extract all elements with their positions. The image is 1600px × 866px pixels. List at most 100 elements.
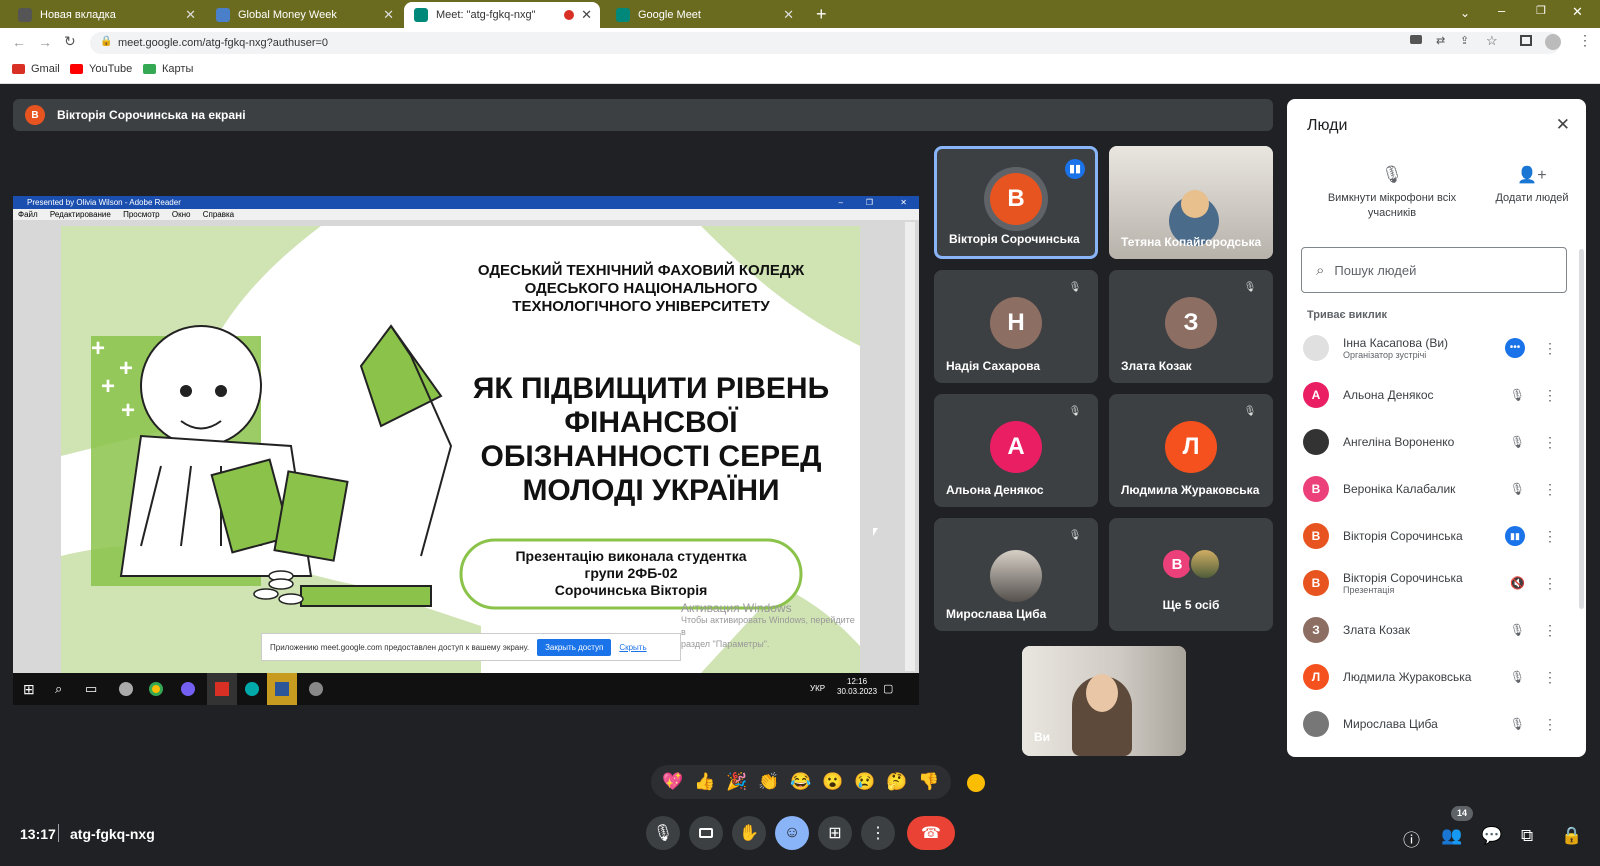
reload-icon[interactable]: ↻: [64, 33, 76, 50]
present-button[interactable]: ⊞: [818, 816, 852, 850]
add-person-icon: 👤+: [1517, 167, 1547, 184]
kebab-menu-icon[interactable]: ⋮: [1543, 434, 1557, 451]
participant-name: Надія Сахарова: [946, 359, 1041, 373]
reaction-heart[interactable]: 💖: [662, 772, 683, 792]
reaction-clap[interactable]: 👏: [758, 772, 779, 792]
more-participants-tile[interactable]: В Ще 5 осіб: [1109, 518, 1273, 631]
reaction-surprised[interactable]: 😮: [822, 772, 843, 792]
reaction-laugh[interactable]: 😂: [790, 772, 811, 792]
mute-all-button[interactable]: 🎙 Вимкнути мікрофони всіх учасників: [1307, 165, 1477, 221]
share-icon[interactable]: ⇪: [1460, 34, 1469, 47]
restore-icon[interactable]: ❐: [1536, 4, 1546, 17]
mic-off-icon[interactable]: 🎙: [1510, 388, 1525, 402]
bookmark-maps[interactable]: Карты: [143, 63, 193, 75]
hang-up-icon: ☎: [921, 825, 941, 842]
reaction-thumbs-down[interactable]: 👎: [918, 772, 939, 792]
participant-row[interactable]: Інна Касапова (Ви) Організатор зустрічі •…: [1303, 326, 1573, 370]
tab-new-tab[interactable]: Новая вкладка ✕: [8, 2, 204, 28]
bookmark-gmail[interactable]: Gmail: [12, 63, 60, 75]
reactions-button[interactable]: ☺: [775, 816, 809, 850]
microphone-button[interactable]: 🎙: [646, 816, 680, 850]
tab-global-money-week[interactable]: Global Money Week ✕: [206, 2, 402, 28]
close-tab-icon[interactable]: ✕: [783, 7, 794, 23]
close-panel-icon[interactable]: ✕: [1556, 115, 1570, 135]
divider: [58, 824, 59, 842]
bookmark-youtube[interactable]: YouTube: [70, 63, 132, 75]
new-tab-icon[interactable]: +: [816, 4, 827, 25]
participant-row[interactable]: В Вікторія Сорочинська Презентація 🔇 ⋮: [1303, 561, 1573, 605]
tab-meet-active[interactable]: Meet: "atg-fgkq-nxg" ✕: [404, 2, 600, 28]
close-tab-icon[interactable]: ✕: [383, 7, 394, 23]
close-tab-icon[interactable]: ✕: [581, 7, 592, 23]
participant-tile[interactable]: Л 🎙 Людмила Жураковська: [1109, 394, 1273, 507]
activities-icon[interactable]: ⧉: [1521, 826, 1533, 846]
mic-off-icon: 🎙: [1068, 530, 1082, 541]
host-controls-icon[interactable]: 🔒: [1561, 826, 1582, 846]
in-call-section-label: Триває виклик: [1307, 309, 1388, 321]
participant-row[interactable]: А Альона Денякос 🎙 ⋮: [1303, 373, 1573, 417]
mic-off-icon[interactable]: 🎙: [1510, 623, 1525, 637]
camera-in-use-icon[interactable]: [1410, 35, 1422, 44]
participant-row[interactable]: Л Людмила Жураковська 🎙 ⋮: [1303, 655, 1573, 699]
raise-hand-button[interactable]: ✋: [732, 816, 766, 850]
more-options-icon[interactable]: •••: [1505, 338, 1525, 358]
translate-icon[interactable]: ⇄: [1436, 34, 1445, 47]
kebab-menu-icon[interactable]: ⋮: [1543, 387, 1557, 404]
speaking-indicator-icon[interactable]: ▮▮: [1505, 526, 1525, 546]
participant-row[interactable]: З Злата Козак 🎙 ⋮: [1303, 608, 1573, 652]
mic-off-icon[interactable]: 🎙: [1510, 482, 1525, 496]
reaction-thinking[interactable]: 🤔: [886, 772, 907, 792]
people-icon[interactable]: 👥: [1441, 826, 1462, 846]
star-icon[interactable]: ☆: [1486, 33, 1498, 49]
side-panel-icon[interactable]: [1520, 35, 1532, 46]
mic-off-icon[interactable]: 🎙: [1510, 670, 1525, 684]
scrollbar[interactable]: [1579, 249, 1584, 609]
tab-search-icon[interactable]: ⌄: [1460, 6, 1470, 20]
participant-tile[interactable]: Тетяна Копайгородська: [1109, 146, 1273, 259]
participant-tile[interactable]: Н 🎙 Надія Сахарова: [934, 270, 1098, 383]
camera-button[interactable]: [689, 816, 723, 850]
reaction-party[interactable]: 🎉: [726, 772, 747, 792]
participant-tile[interactable]: В ▮▮ Вікторія Сорочинська: [934, 146, 1098, 259]
url-field[interactable]: 🔒 meet.google.com/atg-fgkq-nxg?authuser=…: [90, 32, 1560, 54]
participant-row[interactable]: В Вікторія Сорочинська ▮▮ ⋮: [1303, 514, 1573, 558]
kebab-menu-icon[interactable]: ⋮: [1543, 716, 1557, 733]
close-tab-icon[interactable]: ✕: [185, 7, 196, 23]
participant-row[interactable]: В Вероніка Калабалик 🎙 ⋮: [1303, 467, 1573, 511]
kebab-menu-icon[interactable]: ⋮: [1543, 340, 1557, 357]
mic-off-icon[interactable]: 🎙: [1510, 717, 1525, 731]
self-view-tile[interactable]: Ви: [1022, 646, 1186, 756]
window-title: Presented by Olivia Wilson - Adobe Reade…: [27, 198, 181, 207]
mic-off-icon[interactable]: 🎙: [1510, 435, 1525, 449]
kebab-menu-icon[interactable]: ⋮: [1543, 622, 1557, 639]
participant-row[interactable]: Мирослава Циба 🎙 ⋮: [1303, 702, 1573, 746]
word-icon: [275, 682, 289, 696]
kebab-menu-icon[interactable]: ⋮: [1543, 528, 1557, 545]
minimize-icon[interactable]: –: [1498, 3, 1505, 18]
reaction-thumbs-up[interactable]: 👍: [694, 772, 715, 792]
participant-tile[interactable]: 🎙 Мирослава Циба: [934, 518, 1098, 631]
search-placeholder: Пошук людей: [1334, 262, 1417, 278]
close-window-icon[interactable]: ✕: [1572, 4, 1583, 20]
mic-off-icon: 🎙: [1381, 165, 1403, 184]
skin-tone-icon[interactable]: [967, 774, 985, 792]
volume-off-icon[interactable]: 🔇: [1510, 576, 1525, 590]
reaction-sad[interactable]: 😢: [854, 772, 875, 792]
back-icon[interactable]: ←: [12, 34, 26, 50]
leave-call-button[interactable]: ☎: [907, 816, 955, 850]
add-people-button[interactable]: 👤+ Додати людей: [1492, 165, 1572, 206]
forward-icon[interactable]: →: [38, 34, 52, 50]
tab-google-meet[interactable]: Google Meet ✕: [606, 2, 802, 28]
profile-avatar[interactable]: [1545, 34, 1561, 50]
kebab-menu-icon[interactable]: ⋮: [1543, 481, 1557, 498]
chat-icon[interactable]: 💬: [1481, 826, 1502, 846]
meeting-details-icon[interactable]: ⓘ: [1403, 826, 1420, 851]
participant-tile[interactable]: А 🎙 Альона Денякос: [934, 394, 1098, 507]
participant-tile[interactable]: З 🎙 Злата Козак: [1109, 270, 1273, 383]
more-options-button[interactable]: ⋮: [861, 816, 895, 850]
kebab-menu-icon[interactable]: ⋮: [1543, 669, 1557, 686]
menu-icon[interactable]: ⋮: [1578, 32, 1592, 49]
participant-row[interactable]: Ангеліна Вороненко 🎙 ⋮: [1303, 420, 1573, 464]
search-people-input[interactable]: ⌕ Пошук людей: [1301, 247, 1567, 293]
kebab-menu-icon[interactable]: ⋮: [1543, 575, 1557, 592]
